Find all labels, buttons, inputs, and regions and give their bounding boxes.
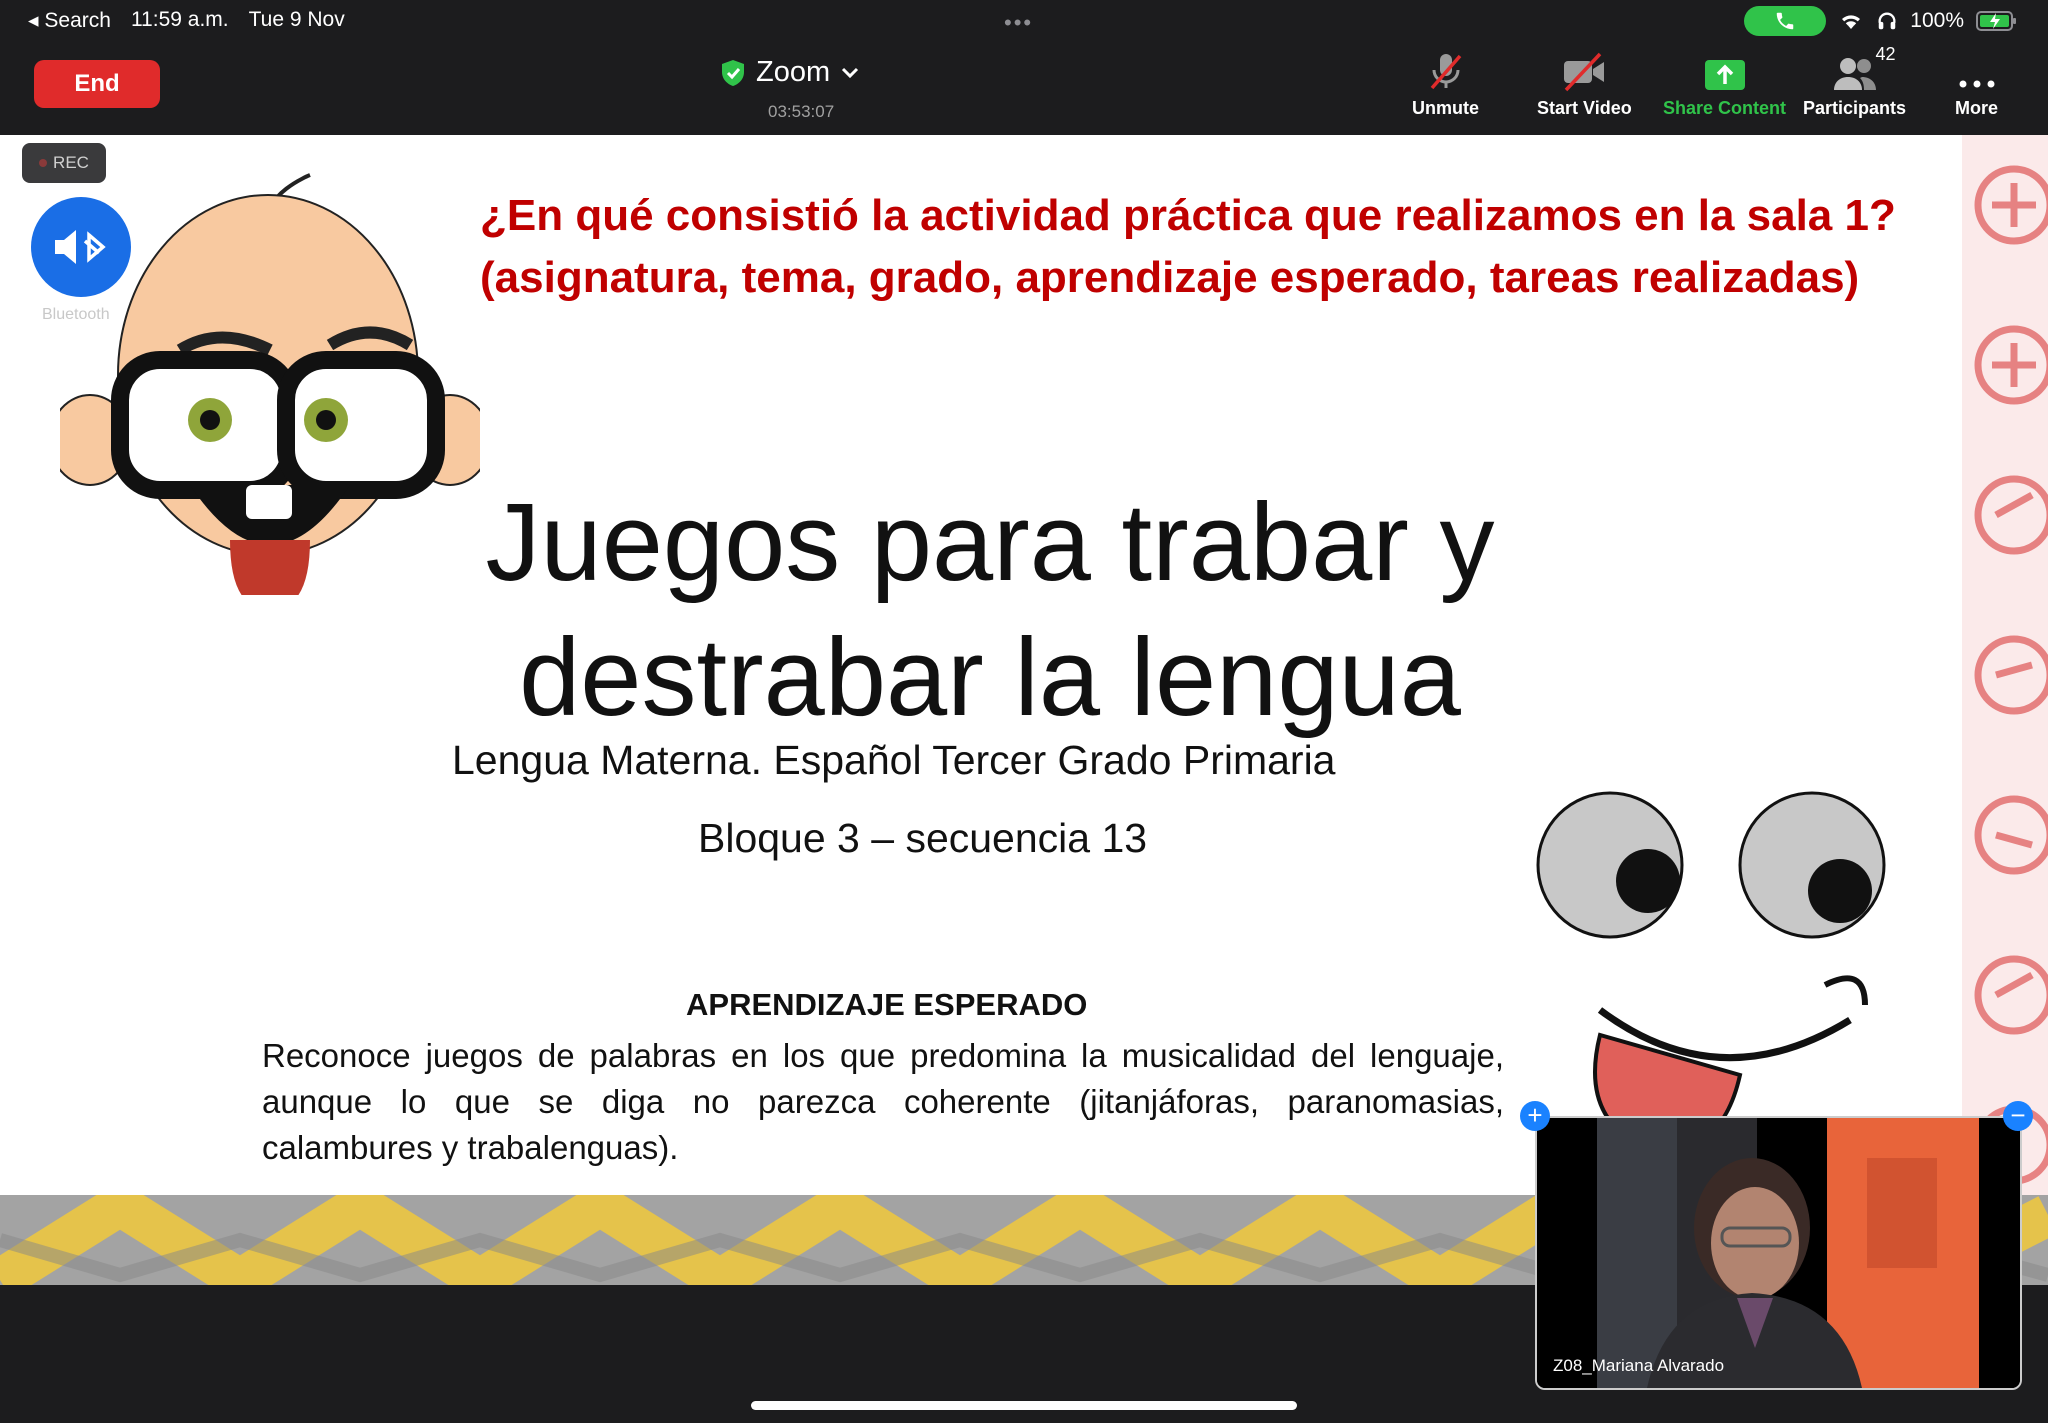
slide-title-line1: Juegos para trabar y xyxy=(485,481,1495,604)
more-dots-icon xyxy=(1959,80,1994,88)
aprendizaje-text: Reconoce juegos de palabras en los que p… xyxy=(262,1037,1504,1166)
rec-label: REC xyxy=(53,153,89,172)
minus-icon: − xyxy=(2010,1100,2026,1130)
participants-icon xyxy=(1833,58,1876,90)
meeting-title: Zoom xyxy=(756,56,831,88)
decorative-border-right xyxy=(1962,135,2048,1195)
share-screen-icon xyxy=(1704,60,1745,90)
slide-title: Juegos para trabar y destrabar la lengua xyxy=(460,475,1520,745)
multitasking-dots-icon[interactable]: ••• xyxy=(1004,10,1033,36)
headphones-icon xyxy=(1878,12,1896,30)
unmute-button[interactable]: Unmute xyxy=(1412,48,1479,119)
participants-label: Participants xyxy=(1803,98,1907,118)
participant-video-tile[interactable]: Z08_Mariana Alvarado xyxy=(1535,1116,2022,1390)
share-content-button[interactable]: Share Content xyxy=(1663,48,1786,119)
back-label: Search xyxy=(44,9,111,32)
battery-charging-icon xyxy=(1976,11,2016,31)
end-meeting-button[interactable]: End xyxy=(34,60,160,108)
meeting-timer: 03:53:07 xyxy=(768,102,835,121)
participants-button[interactable]: 42 Participants xyxy=(1803,44,1907,119)
start-video-button[interactable]: Start Video xyxy=(1537,48,1632,119)
red-pattern-decoration xyxy=(1974,165,2048,1185)
more-label: More xyxy=(1955,98,1999,118)
share-content-label: Share Content xyxy=(1663,98,1787,118)
video-off-icon xyxy=(1564,52,1605,92)
start-video-label: Start Video xyxy=(1537,98,1632,118)
slide-subtitle: Lengua Materna. Español Tercer Grado Pri… xyxy=(452,737,1336,783)
chevron-down-icon xyxy=(842,67,859,78)
shield-check-icon xyxy=(722,59,744,86)
minimize-tile-button[interactable]: − xyxy=(2003,1101,2033,1131)
recording-badge[interactable]: REC xyxy=(22,143,106,183)
expand-tile-button[interactable]: + xyxy=(1520,1101,1550,1131)
mic-muted-icon xyxy=(1430,54,1461,90)
meeting-title-dropdown[interactable]: Zoom xyxy=(720,56,860,89)
slide-question-line1: ¿En qué consistió la actividad práctica … xyxy=(480,191,1896,240)
audio-bluetooth-button[interactable] xyxy=(31,197,131,297)
slide-block: Bloque 3 – secuencia 13 xyxy=(698,815,1148,861)
battery-percent: 100% xyxy=(1910,9,1964,32)
participants-count: 42 xyxy=(1875,44,1896,64)
participant-name: Z08_Mariana Alvarado xyxy=(1553,1356,1725,1375)
speaker-bluetooth-icon xyxy=(55,230,106,264)
record-dot-icon xyxy=(39,159,48,167)
status-bar: ◂ Search 11:59 a.m. Tue 9 Nov ••• 100% xyxy=(0,0,2048,42)
slide-question-line2: (asignatura, tema, grado, aprendizaje es… xyxy=(480,253,1860,302)
aprendizaje-heading: APRENDIZAJE ESPERADO xyxy=(686,987,1088,1022)
phone-icon xyxy=(1777,12,1794,30)
back-to-search-link[interactable]: ◂ Search xyxy=(28,8,111,33)
slide-question: ¿En qué consistió la actividad práctica … xyxy=(480,185,1896,309)
more-button[interactable]: More xyxy=(1955,48,1998,119)
bluetooth-label: Bluetooth xyxy=(42,306,110,323)
shared-screen[interactable]: ¿En qué consistió la actividad práctica … xyxy=(0,135,2048,1285)
unmute-label: Unmute xyxy=(1412,98,1479,118)
status-time: 11:59 a.m. xyxy=(130,8,229,31)
participant-video-feed xyxy=(1537,1118,2020,1388)
meeting-toolbar: End Zoom 03:53:07 Unmute Start Video Sha… xyxy=(0,42,2048,135)
active-call-indicator[interactable] xyxy=(1744,6,1827,36)
status-date: Tue 9 Nov xyxy=(248,8,345,31)
wifi-icon xyxy=(1842,15,1861,29)
home-indicator[interactable] xyxy=(751,1401,1297,1410)
plus-icon: + xyxy=(1527,1100,1543,1130)
slide-title-line2: destrabar la lengua xyxy=(519,616,1461,739)
